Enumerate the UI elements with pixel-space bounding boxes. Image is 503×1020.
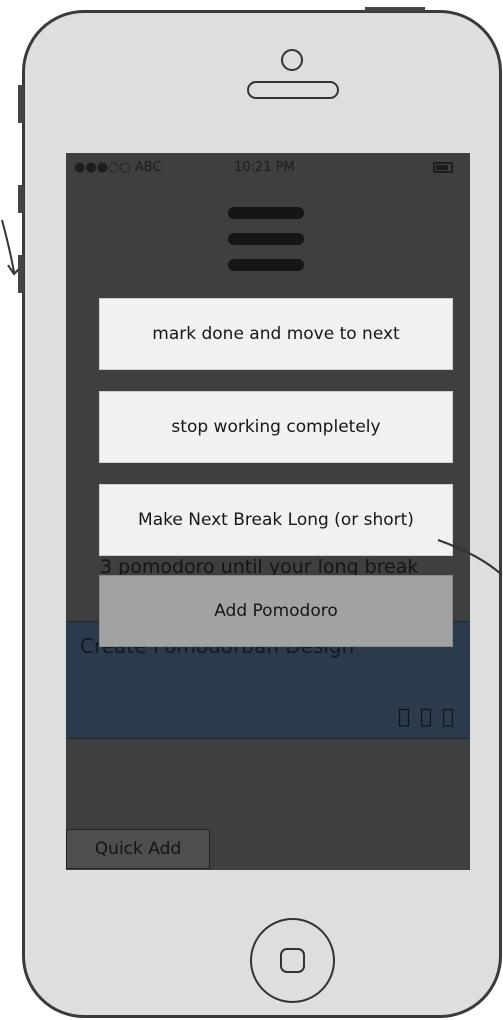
volume-up-button[interactable] bbox=[18, 185, 24, 213]
quick-add-button[interactable]: Quick Add bbox=[66, 829, 210, 869]
home-button[interactable] bbox=[250, 918, 335, 1003]
add-pomodoro-button[interactable]: Add Pomodoro bbox=[99, 575, 453, 647]
camera-icon bbox=[281, 49, 303, 71]
pomodoro-count:  bbox=[398, 704, 464, 728]
hamburger-menu-icon[interactable] bbox=[228, 205, 304, 273]
battery-icon bbox=[433, 162, 453, 173]
mute-switch[interactable] bbox=[18, 85, 24, 123]
clock-label: 10:21 PM bbox=[234, 160, 295, 175]
stop-working-button[interactable]: stop working completely bbox=[99, 391, 453, 463]
carrier-label: ●●●○○ ABC bbox=[74, 160, 162, 175]
apple-icon:  bbox=[420, 704, 442, 728]
apple-icon:  bbox=[398, 704, 420, 728]
status-bar: ●●●○○ ABC 10:21 PM bbox=[66, 153, 470, 183]
volume-down-button[interactable] bbox=[18, 255, 24, 293]
mark-done-button[interactable]: mark done and move to next bbox=[99, 298, 453, 370]
app-screen: ●●●○○ ABC 10:21 PM 3 pomodoro until your… bbox=[66, 153, 470, 870]
apple-icon:  bbox=[442, 704, 464, 728]
power-button[interactable] bbox=[365, 7, 425, 12]
speaker-grille bbox=[247, 81, 339, 99]
annotation-arrow-right bbox=[437, 539, 503, 576]
next-break-toggle-button[interactable]: Make Next Break Long (or short) bbox=[99, 484, 453, 556]
